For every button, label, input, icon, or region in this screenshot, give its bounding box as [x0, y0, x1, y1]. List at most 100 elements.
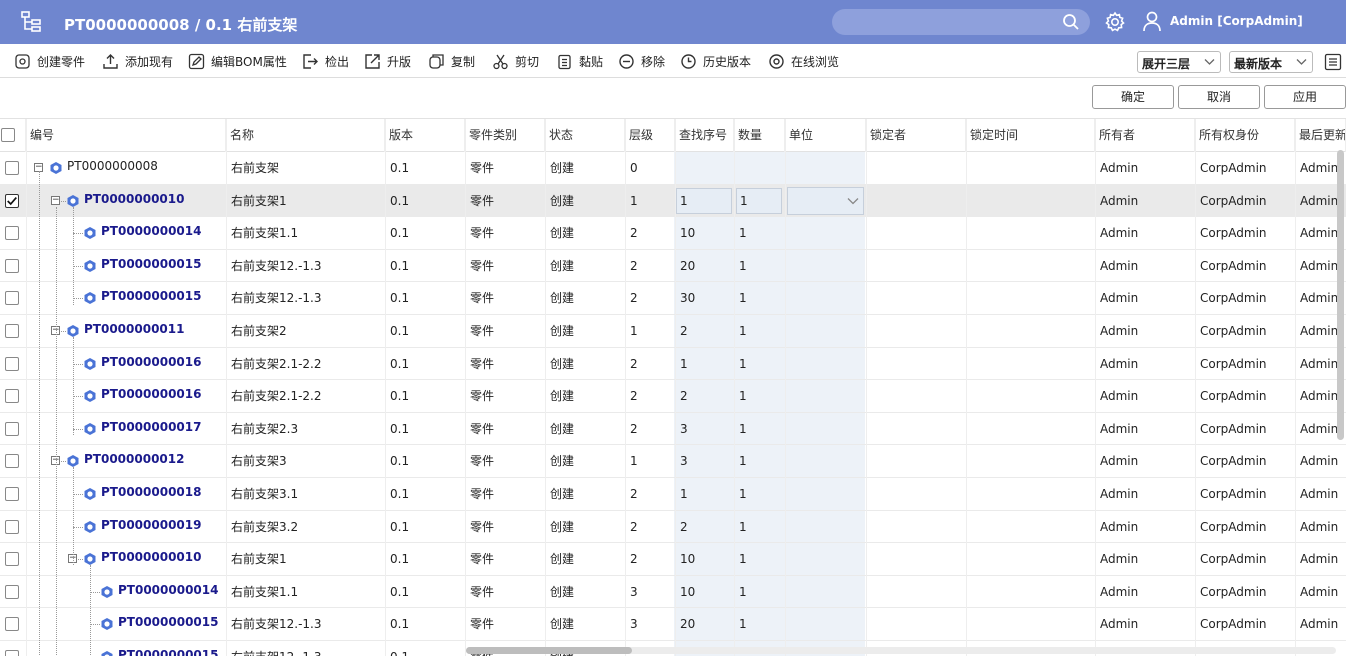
table-row[interactable]: − PT0000000008 右前支架 0.1 零件 创建 0 Admin CorpAdmin A… [0, 152, 1346, 185]
search-icon[interactable] [1062, 13, 1080, 31]
part-level: 2 [630, 226, 638, 241]
table-row[interactable]: PT0000000019 右前支架3.2 0.1 零件 创建 2 Admin CorpAdmi… [0, 511, 1346, 544]
row-checkbox[interactable] [5, 193, 19, 208]
row-checkbox[interactable] [5, 324, 19, 338]
table-row[interactable]: PT0000000016 右前支架2.1-2.2 0.1 零件 创建 2 Admin Corp… [0, 380, 1346, 413]
table-row[interactable]: PT0000000018 右前支架3.1 0.1 零件 创建 2 Admin CorpAdmi… [0, 478, 1346, 511]
part-last-update: Admin [1300, 193, 1339, 208]
header-qty[interactable]: 数量 [734, 119, 785, 152]
part-number-link[interactable]: PT0000000015 [118, 648, 218, 656]
part-status: 创建 [550, 421, 575, 436]
row-checkbox[interactable] [5, 258, 19, 273]
tree-connector [73, 526, 83, 528]
part-number-link[interactable]: PT0000000015 [101, 289, 201, 303]
row-checkbox[interactable] [5, 552, 19, 567]
part-number-link[interactable]: PT0000000016 [101, 387, 201, 401]
expand-level-select[interactable]: 展开三层 [1137, 51, 1221, 73]
apply-button[interactable]: 应用 [1264, 85, 1346, 109]
edit-bom-button[interactable]: 编辑BOM属性 [188, 52, 287, 70]
header-find-no[interactable]: 查找序号 [675, 119, 734, 152]
row-checkbox[interactable] [5, 650, 19, 656]
row-checkbox[interactable] [5, 389, 19, 404]
find-no-input[interactable]: 1 [676, 187, 732, 214]
table-row[interactable]: − PT0000000012 右前支架3 0.1 零件 创建 1 Admin CorpAdmin… [0, 445, 1346, 478]
part-number-link[interactable]: PT0000000015 [118, 615, 218, 629]
list-view-icon[interactable] [1324, 53, 1342, 71]
select-all-checkbox[interactable] [1, 128, 15, 142]
header-level[interactable]: 层级 [625, 119, 675, 152]
part-number-link[interactable]: PT0000000017 [101, 420, 201, 434]
part-number-link[interactable]: PT0000000019 [101, 518, 201, 532]
table-row[interactable]: PT0000000014 右前支架1.1 0.1 零件 创建 3 Admin CorpAdmi… [0, 576, 1346, 609]
create-part-button[interactable]: 创建零件 [14, 52, 85, 70]
part-number-link[interactable]: PT0000000010 [101, 550, 201, 564]
table-row[interactable]: PT0000000015 右前支架12.-1.3 0.1 零件 创建 3 Admin Corp… [0, 608, 1346, 641]
cut-button[interactable]: 剪切 [492, 52, 539, 70]
row-checkbox[interactable] [5, 226, 19, 241]
part-number-link[interactable]: PT0000000014 [118, 583, 218, 597]
row-checkbox[interactable] [5, 356, 19, 371]
header-number[interactable]: 编号 [26, 119, 226, 152]
gear-icon[interactable] [1104, 11, 1126, 33]
part-number-link[interactable]: PT0000000012 [84, 452, 184, 466]
cancel-button[interactable]: 取消 [1178, 85, 1260, 109]
table-row[interactable]: PT0000000015 右前支架12.-1.3 0.1 零件 创建 2 Admin Corp… [0, 282, 1346, 315]
qty-input[interactable]: 1 [736, 187, 782, 214]
vertical-scrollbar[interactable] [1337, 150, 1344, 440]
header-lock-time[interactable]: 锁定时间 [966, 119, 1095, 152]
row-checkbox[interactable] [5, 161, 19, 175]
header-version[interactable]: 版本 [385, 119, 465, 152]
header-locker[interactable]: 锁定者 [866, 119, 966, 152]
search-input[interactable] [832, 9, 1090, 35]
table-row[interactable]: − PT0000000011 右前支架2 0.1 零件 创建 1 Admin CorpAdmin… [0, 315, 1346, 348]
user-name[interactable]: Admin [CorpAdmin] [1170, 14, 1303, 28]
header-status[interactable]: 状态 [545, 119, 625, 152]
row-checkbox[interactable] [5, 291, 19, 306]
find-no: 1 [680, 487, 688, 501]
upgrade-button[interactable]: 升版 [364, 52, 411, 70]
confirm-button[interactable]: 确定 [1092, 85, 1174, 109]
tree-structure-icon[interactable] [20, 10, 44, 34]
part-status: 创建 [550, 291, 575, 306]
part-number-link[interactable]: PT0000000011 [84, 322, 184, 336]
row-checkbox[interactable] [5, 421, 19, 436]
header-last-update[interactable]: 最后更新 [1295, 119, 1346, 152]
row-checkbox[interactable] [5, 584, 19, 599]
row-checkbox[interactable] [5, 454, 19, 469]
header-name[interactable]: 名称 [226, 119, 385, 152]
header-owner[interactable]: 所有者 [1095, 119, 1195, 152]
paste-button[interactable]: 黏贴 [556, 52, 603, 70]
part-number-link[interactable]: PT0000000015 [101, 257, 201, 271]
unit-select[interactable] [787, 186, 864, 215]
table-row[interactable]: PT0000000016 右前支架2.1-2.2 0.1 零件 创建 2 Admin Corp… [0, 348, 1346, 381]
header-owner-id[interactable]: 所有权身份 [1195, 119, 1295, 152]
header-part-type[interactable]: 零件类别 [465, 119, 545, 152]
horizontal-scrollbar[interactable] [466, 647, 632, 654]
row-checkbox[interactable] [5, 617, 19, 632]
history-button[interactable]: 历史版本 [680, 52, 751, 70]
table-row[interactable]: PT0000000014 右前支架1.1 0.1 零件 创建 2 Admin CorpAdmi… [0, 217, 1346, 250]
table-row[interactable]: − PT0000000010 右前支架1 0.1 零件 创建 1 Admin CorpAdmin… [0, 184, 1346, 218]
part-number-link[interactable]: PT0000000014 [101, 224, 201, 238]
online-view-button[interactable]: 在线浏览 [768, 52, 839, 70]
add-existing-button[interactable]: 添加现有 [102, 52, 173, 70]
part-number-link[interactable]: PT0000000018 [101, 485, 201, 499]
column-divider [1095, 119, 1096, 656]
collapse-toggle[interactable]: − [51, 195, 60, 205]
part-number-link[interactable]: PT0000000010 [84, 192, 184, 206]
table-row[interactable]: − PT0000000010 右前支架1 0.1 零件 创建 2 Admin CorpAdmin… [0, 543, 1346, 576]
table-row[interactable]: PT0000000015 右前支架12.-1.3 0.1 零件 创建 2 Admin Corp… [0, 250, 1346, 283]
row-checkbox[interactable] [5, 487, 19, 501]
version-select[interactable]: 最新版本 [1229, 51, 1313, 73]
part-number-link[interactable]: PT0000000016 [101, 355, 201, 369]
copy-button[interactable]: 复制 [428, 52, 475, 70]
part-status: 创建 [550, 617, 575, 632]
remove-button[interactable]: 移除 [618, 52, 665, 70]
header-unit[interactable]: 单位 [785, 119, 866, 152]
checkout-button[interactable]: 检出 [302, 52, 349, 70]
part-number-link[interactable]: PT0000000008 [67, 159, 158, 173]
row-checkbox[interactable] [5, 519, 19, 534]
table-row[interactable]: PT0000000017 右前支架2.3 0.1 零件 创建 2 Admin CorpAdmi… [0, 413, 1346, 446]
user-icon[interactable] [1142, 10, 1162, 32]
tree-connector [73, 207, 74, 305]
